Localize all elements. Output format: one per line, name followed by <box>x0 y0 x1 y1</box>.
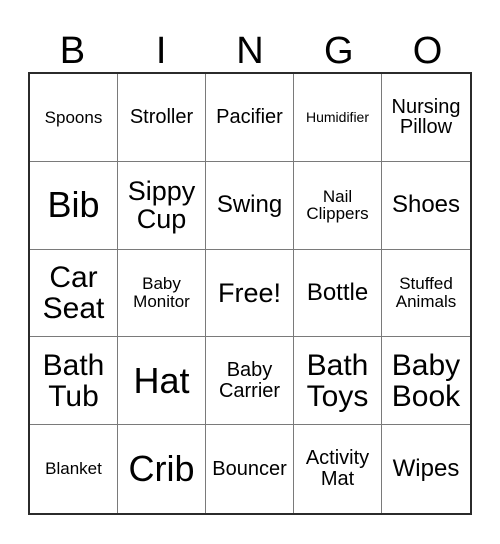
bingo-cell[interactable]: Activity Mat <box>294 425 382 513</box>
header-letter-g: G <box>324 30 354 72</box>
bingo-cell-label: Nursing Pillow <box>391 95 461 139</box>
bingo-cell[interactable]: Humidifier <box>294 74 382 162</box>
bingo-cell-label: Humidifier <box>305 109 369 126</box>
bingo-cell[interactable]: Wipes <box>382 425 470 513</box>
bingo-cell-label: Sippy Cup <box>127 176 196 235</box>
bingo-cell[interactable]: Nail Clippers <box>294 161 382 250</box>
bingo-cell[interactable]: Bouncer <box>206 425 294 513</box>
header-letter-b: B <box>59 30 86 72</box>
bingo-grid: Spoons Stroller Pacifier Humidifier Nurs… <box>28 72 472 515</box>
bingo-cell[interactable]: Baby Monitor <box>118 249 206 338</box>
bingo-cell[interactable]: Shoes <box>382 161 470 250</box>
bingo-header: B I N G O <box>28 18 472 72</box>
bingo-cell[interactable]: Stroller <box>118 74 206 162</box>
bingo-cell[interactable]: Hat <box>118 337 206 426</box>
bingo-cell-label: Bouncer <box>212 457 287 480</box>
bingo-cell[interactable]: Swing <box>206 161 294 250</box>
bingo-cell-label: Swing <box>216 190 283 218</box>
bingo-cell[interactable]: Bath Tub <box>30 337 118 426</box>
header-letter-o: O <box>412 30 443 72</box>
bingo-cell[interactable]: Stuffed Animals <box>382 249 470 338</box>
bingo-cell-label: Bath Tub <box>42 348 105 413</box>
bingo-cell-label: Baby Monitor <box>133 274 190 311</box>
bingo-cell-label: Activity Mat <box>305 447 370 491</box>
bingo-cell[interactable]: Sippy Cup <box>118 161 206 250</box>
header-letter-n: N <box>236 30 264 72</box>
bingo-cell-label: Stuffed Animals <box>395 274 457 311</box>
bingo-cell-label: Baby Carrier <box>218 358 281 402</box>
bingo-cell[interactable]: Car Seat <box>30 249 118 338</box>
bingo-cell-label: Shoes <box>391 190 461 218</box>
bingo-cell-label: Hat <box>133 360 190 402</box>
bingo-card: B I N G O Spoons Stroller Pacifier Humid… <box>0 0 500 544</box>
bingo-cell-label: Crib <box>128 448 195 490</box>
bingo-cell[interactable]: Pacifier <box>206 74 294 162</box>
bingo-cell-label: Bib <box>47 184 100 226</box>
header-letter-i: I <box>155 30 167 72</box>
bingo-cell-label: Blanket <box>45 459 102 479</box>
bingo-cell[interactable]: Bottle <box>294 249 382 338</box>
bingo-cell-label: Free! <box>217 277 282 308</box>
bingo-cell[interactable]: Nursing Pillow <box>382 74 470 162</box>
bingo-cell[interactable]: Crib <box>118 425 206 513</box>
bingo-cell-label: Baby Book <box>391 348 461 413</box>
bingo-cell-free[interactable]: Free! <box>206 249 294 338</box>
bingo-cell-label: Pacifier <box>216 106 283 128</box>
bingo-cell-label: Bottle <box>306 278 369 306</box>
bingo-cell[interactable]: Spoons <box>30 74 118 162</box>
bingo-cell-label: Bath Toys <box>306 348 369 413</box>
bingo-cell-label: Car Seat <box>42 260 105 325</box>
bingo-cell[interactable]: Blanket <box>30 425 118 513</box>
bingo-cell[interactable]: Bib <box>30 161 118 250</box>
bingo-cell[interactable]: Bath Toys <box>294 337 382 426</box>
bingo-cell[interactable]: Baby Carrier <box>206 337 294 426</box>
bingo-cell-label: Wipes <box>392 454 460 482</box>
bingo-cell-label: Stroller <box>129 106 194 128</box>
bingo-cell-label: Nail Clippers <box>306 186 369 224</box>
bingo-cell[interactable]: Baby Book <box>382 337 470 426</box>
bingo-cell-label: Spoons <box>44 107 103 127</box>
